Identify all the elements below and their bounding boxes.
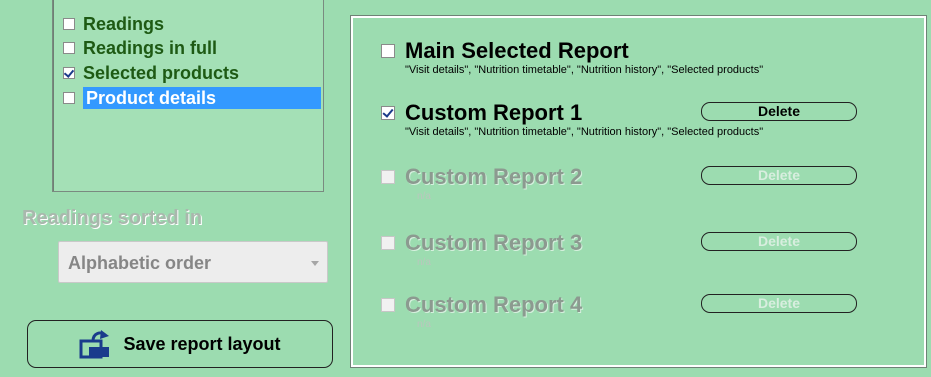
section-item-readings-in-full[interactable]: Readings in full: [63, 37, 217, 59]
report-description: "Visit details", "Nutrition timetable", …: [405, 64, 764, 76]
chevron-down-icon: [311, 261, 319, 266]
report-description: n/a: [417, 257, 431, 268]
save-report-layout-button[interactable]: Save report layout: [27, 320, 333, 368]
report-custom-4-toggle: Custom Report 4: [381, 292, 582, 318]
section-item-product-details[interactable]: Product details: [63, 87, 321, 109]
checkbox-checked[interactable]: [63, 67, 75, 79]
reports-panel: Main Selected Report "Visit details", "N…: [350, 15, 927, 368]
checkbox[interactable]: [63, 92, 75, 104]
report-title: Custom Report 2: [405, 164, 583, 189]
report-title: Main Selected Report: [405, 38, 629, 63]
report-custom-3-toggle: Custom Report 3: [381, 230, 582, 256]
report-custom-1-toggle[interactable]: Custom Report 1: [381, 100, 582, 126]
checkbox-disabled: [381, 236, 395, 250]
report-description: n/a: [417, 191, 431, 202]
report-title: Custom Report 4: [405, 292, 583, 317]
report-description: n/a: [417, 319, 431, 330]
report-sections-list[interactable]: Readings Readings in full Selected produ…: [52, 0, 324, 192]
save-layout-icon: [79, 330, 110, 359]
section-item-label: Readings: [83, 13, 165, 34]
checkbox[interactable]: [63, 18, 75, 30]
report-description: "Visit details", "Nutrition timetable", …: [405, 126, 764, 138]
checkbox[interactable]: [63, 42, 75, 54]
report-title: Custom Report 3: [405, 230, 583, 255]
delete-report-1-button[interactable]: Delete: [701, 102, 857, 121]
section-item-selected-products[interactable]: Selected products: [63, 62, 239, 84]
sort-order-label: Readings sorted in: [22, 207, 203, 229]
section-item-label: Readings in full: [83, 37, 218, 58]
sort-order-dropdown[interactable]: Alphabetic order: [58, 241, 328, 283]
checkbox-checked[interactable]: [381, 106, 395, 120]
save-report-layout-label: Save report layout: [123, 333, 281, 354]
sort-order-value: Alphabetic order: [68, 253, 212, 273]
section-item-label: Selected products: [83, 62, 240, 83]
report-title: Custom Report 1: [405, 100, 583, 125]
checkbox-disabled: [381, 298, 395, 312]
section-item-label: Product details: [83, 87, 321, 109]
delete-report-4-button: Delete: [701, 294, 857, 313]
delete-report-2-button: Delete: [701, 166, 857, 185]
report-custom-2-toggle: Custom Report 2: [381, 164, 582, 190]
report-main-selected-toggle[interactable]: Main Selected Report: [381, 38, 629, 64]
checkbox-disabled: [381, 170, 395, 184]
checkbox[interactable]: [381, 44, 395, 58]
delete-report-3-button: Delete: [701, 232, 857, 251]
section-item-readings[interactable]: Readings: [63, 13, 164, 35]
